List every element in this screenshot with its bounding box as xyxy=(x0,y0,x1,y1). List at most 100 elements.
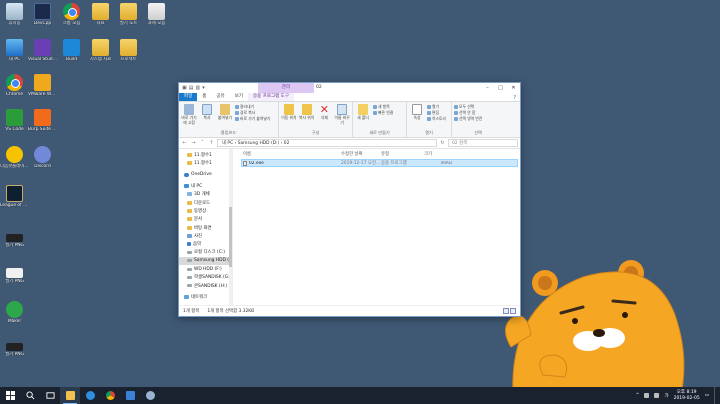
refresh-icon[interactable]: ↻ xyxy=(439,140,446,146)
desktop-icon-folder-5[interactable]: 과제 모음 xyxy=(142,2,171,36)
task-view-button[interactable] xyxy=(40,387,60,404)
search-button[interactable] xyxy=(20,387,40,404)
desktop-icon-potplayer[interactable]: 다음팟플레이어 64 비트 xyxy=(0,145,29,179)
desktop-icon-maker[interactable]: Maker xyxy=(0,300,29,334)
nav-item[interactable]: 음악 xyxy=(179,240,232,248)
taskbar-chrome[interactable] xyxy=(100,387,120,404)
taskbar-store[interactable] xyxy=(120,387,140,404)
copy-button[interactable]: 복사 xyxy=(199,104,215,121)
search-input[interactable]: 02 검색 xyxy=(448,139,518,147)
properties-button[interactable]: 속성 xyxy=(409,104,425,121)
nav-item[interactable]: 학생SANDISK (G:) xyxy=(179,273,232,281)
desktop-icon-chrome-2[interactable]: 크롬 모음 xyxy=(57,2,86,36)
volume-icon[interactable] xyxy=(654,393,660,398)
nav-item[interactable]: 11.항수1 xyxy=(179,151,232,159)
desktop-icon-devcpp[interactable]: DevCpp xyxy=(28,2,57,36)
pin-quick-access-button[interactable]: 바로 가기에 고정 xyxy=(181,104,197,125)
taskbar-edge[interactable] xyxy=(80,387,100,404)
paste-shortcut-button[interactable]: 바로 가기 붙여넣기 xyxy=(235,116,270,121)
title-bar[interactable]: ▣ ▤ ▥ ▾ 관리 02 – □ ✕ xyxy=(179,83,520,93)
notification-icon[interactable]: ▭ xyxy=(705,393,709,398)
show-desktop-button[interactable] xyxy=(714,387,717,404)
column-date[interactable]: 수정한 날짜 xyxy=(341,151,381,157)
taskbar-app[interactable] xyxy=(140,387,160,404)
history-button[interactable]: 히스토리 xyxy=(427,116,446,121)
tab-file[interactable]: 파일 xyxy=(179,93,198,101)
copy-path-button[interactable]: 경로 복사 xyxy=(235,110,270,115)
minimize-icon[interactable]: – xyxy=(481,83,494,93)
nav-item[interactable]: 다운로드 xyxy=(179,198,232,206)
nav-item[interactable]: 콘SANDISK (H:) xyxy=(179,281,232,289)
maximize-icon[interactable]: □ xyxy=(494,83,507,93)
desktop-icon-league[interactable]: League of Legends xyxy=(0,184,29,218)
desktop-icon-png-file[interactable]: 필기 PNG xyxy=(0,338,29,372)
cut-button[interactable]: 잘라내기 xyxy=(235,104,270,109)
invert-selection-button[interactable]: 선택 영역 반전 xyxy=(454,116,482,121)
clock[interactable]: 오후 8:19 2019-02-05 xyxy=(674,390,700,402)
easy-access-button[interactable]: 빠른 연결 xyxy=(373,110,393,115)
file-row[interactable]: 02.exe 2019-12-17 오전... 응용 프로그램 46KB xyxy=(241,159,518,167)
rename-button[interactable]: 이름 바꾸기 xyxy=(334,104,350,125)
nav-scrollbar[interactable] xyxy=(229,149,232,305)
tab-share[interactable]: 공유 xyxy=(211,93,229,101)
delete-button[interactable]: ✕ 삭제 xyxy=(317,104,333,121)
tab-application-tools[interactable]: 응용 프로그램 도구 xyxy=(247,93,294,101)
desktop-icon-folder-2[interactable]: 시스템 자료 xyxy=(86,38,115,72)
forward-arrow-icon[interactable]: → xyxy=(190,140,197,146)
start-button[interactable] xyxy=(0,387,20,404)
recent-chevron-icon[interactable]: ˅ xyxy=(199,140,206,146)
back-arrow-icon[interactable]: ← xyxy=(181,140,188,146)
navigation-pane[interactable]: 11.항수1 11.항수1 OneDrive 내 PC 3D 개체 다운로드 동영상 문서 바탕… xyxy=(179,149,233,305)
new-folder-button[interactable]: 새 폴더 xyxy=(355,104,371,121)
address-field[interactable]: 내 PC › Samsung HDD (D:) › 02 xyxy=(217,139,437,147)
desktop-icon-vscode[interactable]: VS Code xyxy=(0,108,29,142)
large-icons-view-icon[interactable] xyxy=(510,308,516,314)
nav-item[interactable]: 동영상 xyxy=(179,207,232,215)
nav-item[interactable]: WD HDD (F:) xyxy=(179,265,232,273)
select-none-button[interactable]: 선택 안 함 xyxy=(454,110,482,115)
move-to-button[interactable]: 이동 위치 xyxy=(281,104,297,121)
ime-indicator[interactable]: 가 xyxy=(664,393,668,399)
desktop-icon-vmware[interactable]: VMware Workstat xyxy=(28,73,57,107)
desktop-icon-burp[interactable]: Burp Suite Communi xyxy=(28,108,57,142)
desktop-icon-folder-3[interactable]: 필기 노트 xyxy=(114,2,143,36)
properties-quick-icon[interactable]: ▤ xyxy=(189,85,194,91)
desktop-icon-chrome[interactable]: Chrome xyxy=(0,73,29,107)
copy-to-button[interactable]: 복사 위치 xyxy=(299,104,315,121)
folder-icon[interactable]: ▣ xyxy=(182,85,187,91)
desktop-icon-visual-studio[interactable]: Visual Studio 2019 xyxy=(28,38,57,72)
desktop-icon-this-pc[interactable]: 내 PC xyxy=(0,38,29,72)
nav-item[interactable]: 11.항수1 xyxy=(179,159,232,167)
desktop-icon-folder-4[interactable]: 프로젝트 xyxy=(114,38,143,72)
paste-button[interactable]: 붙여넣기 xyxy=(217,104,233,121)
desktop-icon-white-shortcut[interactable]: 필기 PNG xyxy=(0,264,29,298)
new-folder-quick-icon[interactable]: ▥ xyxy=(195,85,200,91)
new-item-button[interactable]: 새 항목 xyxy=(373,104,393,109)
nav-item[interactable]: 네트워크 xyxy=(179,293,232,301)
tab-view[interactable]: 보기 xyxy=(230,93,248,101)
file-list[interactable]: 이름 수정한 날짜 유형 크기 02.exe 2019-12-17 오전... 응용… xyxy=(233,149,520,305)
column-name[interactable]: 이름 xyxy=(243,151,341,157)
close-icon[interactable]: ✕ xyxy=(507,83,520,93)
column-type[interactable]: 유형 xyxy=(381,151,424,157)
select-all-button[interactable]: 모두 선택 xyxy=(454,104,482,109)
nav-item[interactable]: 바탕 화면 xyxy=(179,223,232,231)
desktop-icon-recycle-bin[interactable]: 휴지통 xyxy=(0,2,29,36)
up-arrow-icon[interactable]: ↑ xyxy=(208,140,215,146)
edit-button[interactable]: 편집 xyxy=(427,110,446,115)
nav-item[interactable]: OneDrive xyxy=(179,171,232,179)
nav-item[interactable]: 3D 개체 xyxy=(179,190,232,198)
tray-chevron-icon[interactable]: ^ xyxy=(636,393,640,398)
desktop-icon-folder-1[interactable]: 자료 xyxy=(86,2,115,36)
open-button[interactable]: 열기 xyxy=(427,104,446,109)
nav-item[interactable]: 문서 xyxy=(179,215,232,223)
nav-item[interactable]: 내 PC xyxy=(179,182,232,190)
taskbar-file-explorer[interactable] xyxy=(60,387,80,404)
desktop-icon-vsbuild[interactable]: Build xyxy=(57,38,86,72)
desktop-icon-dark-shortcut[interactable]: 필기 PNG xyxy=(0,229,29,263)
column-size[interactable]: 크기 xyxy=(424,151,454,157)
details-view-icon[interactable] xyxy=(503,308,509,314)
network-icon[interactable] xyxy=(644,393,650,398)
nav-item[interactable]: 사진 xyxy=(179,232,232,240)
file-explorer-window[interactable]: ▣ ▤ ▥ ▾ 관리 02 – □ ✕ 파일 홈 공유 보기 응용 프로그램 도… xyxy=(178,82,521,317)
